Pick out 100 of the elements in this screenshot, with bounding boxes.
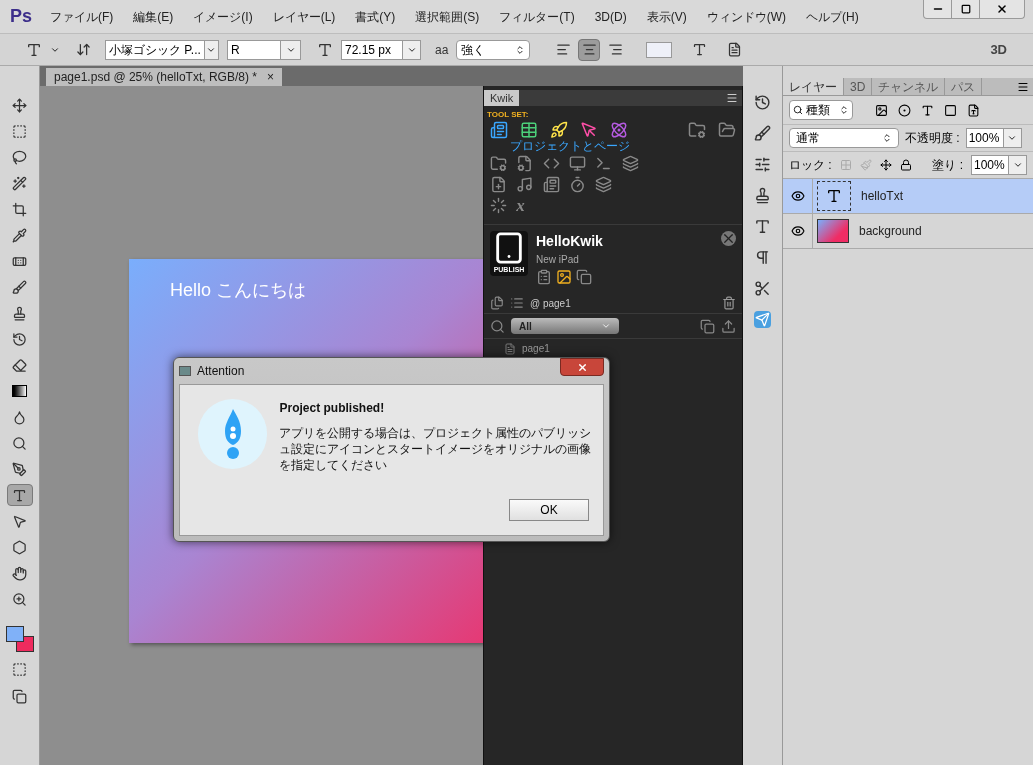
- trash-icon[interactable]: [722, 296, 736, 310]
- list-icon[interactable]: [510, 296, 524, 310]
- tool-icon[interactable]: [595, 155, 613, 172]
- document-icon[interactable]: [490, 121, 508, 139]
- cursor-icon[interactable]: [580, 121, 598, 139]
- filter-select[interactable]: All: [511, 318, 619, 334]
- tool-icon[interactable]: [516, 155, 534, 172]
- antialias-glyph: aa: [435, 41, 449, 59]
- tool-icon[interactable]: [569, 176, 586, 193]
- lock-position-icon[interactable]: [879, 159, 892, 171]
- eye-icon[interactable]: [790, 189, 805, 203]
- smart-object-filter-icon[interactable]: [967, 103, 980, 117]
- folder-gear-icon[interactable]: [688, 121, 706, 139]
- rocket-icon[interactable]: [550, 121, 568, 139]
- menu-item[interactable]: 書式(Y): [355, 7, 396, 26]
- panel-tab[interactable]: 3D: [844, 78, 873, 95]
- updown-icon: [515, 44, 526, 55]
- tool-icon[interactable]: [542, 176, 560, 193]
- search-icon[interactable]: [490, 318, 505, 334]
- adjustment-filter-icon[interactable]: [898, 103, 911, 117]
- caret-icon: [601, 321, 611, 331]
- history-brush-icon: [12, 331, 27, 347]
- section-label[interactable]: プロジェクトとページ: [510, 139, 742, 153]
- paste-icon[interactable]: [700, 318, 715, 334]
- lock-icon[interactable]: [899, 159, 912, 171]
- tool-button[interactable]: [6, 484, 33, 506]
- ok-button[interactable]: OK: [509, 499, 589, 521]
- tool-icon[interactable]: [569, 155, 586, 172]
- tool-icon[interactable]: [490, 197, 507, 214]
- panel-icon[interactable]: [727, 42, 743, 57]
- opacity-field[interactable]: 100%: [965, 128, 1022, 148]
- page-icon: [504, 342, 516, 355]
- shape-filter-icon[interactable]: [944, 103, 957, 117]
- eye-icon[interactable]: [790, 224, 805, 238]
- lock-label: ロック :: [789, 157, 832, 174]
- canvas-text: Hello こんにちは: [170, 280, 307, 300]
- menu-item[interactable]: 選択範囲(S): [415, 7, 480, 26]
- brushes-icon[interactable]: [754, 125, 771, 142]
- menu-item[interactable]: ヘルプ(H): [806, 7, 859, 26]
- type-icon[interactable]: [26, 41, 42, 58]
- device-name: New iPad: [536, 253, 580, 267]
- tool-icon[interactable]: [621, 155, 639, 172]
- page-item[interactable]: page1: [484, 341, 742, 356]
- blend-mode-select[interactable]: 通常: [789, 128, 899, 148]
- history-icon[interactable]: [754, 94, 771, 111]
- quick-mask-icon[interactable]: [12, 662, 27, 677]
- filter-select[interactable]: 種類: [789, 100, 853, 120]
- panel-tab[interactable]: レイヤー: [783, 78, 844, 95]
- menu-item[interactable]: フィルター(T): [499, 7, 575, 26]
- menu-item[interactable]: 3D(D): [594, 7, 627, 26]
- image-icon[interactable]: [556, 269, 572, 285]
- menu-item[interactable]: ウィンドウ(W): [706, 7, 786, 26]
- layer-row[interactable]: helloTxt: [783, 179, 1033, 214]
- panel-tab[interactable]: Kwik: [484, 90, 520, 106]
- antialias-select[interactable]: 強く: [456, 39, 531, 60]
- character-icon[interactable]: [754, 218, 771, 235]
- orientation-icon[interactable]: [76, 42, 91, 57]
- font-style-select[interactable]: R: [227, 39, 301, 60]
- sliders-icon[interactable]: [754, 156, 771, 173]
- menu-item[interactable]: 表示(V): [646, 7, 687, 26]
- tool-icon[interactable]: [595, 176, 613, 193]
- menu-item[interactable]: イメージ(I): [193, 7, 253, 26]
- tool-icon[interactable]: [490, 155, 507, 172]
- menu-item[interactable]: ファイル(F): [50, 7, 114, 26]
- export-icon[interactable]: [721, 318, 736, 334]
- panel-menu-icon[interactable]: [1017, 80, 1029, 93]
- pages-icon[interactable]: [490, 296, 504, 310]
- panel-tab[interactable]: パス: [945, 78, 983, 95]
- table-icon[interactable]: [520, 121, 538, 139]
- font-size-select[interactable]: 72.15 px: [341, 39, 421, 60]
- color-swatch[interactable]: [646, 41, 673, 58]
- clipboard-icon[interactable]: [536, 269, 552, 285]
- close-tab-button[interactable]: ×: [266, 68, 274, 86]
- font-family-select[interactable]: 小塚ゴシック P...: [105, 39, 219, 60]
- folder-icon[interactable]: [718, 121, 736, 139]
- screen-mode-icon[interactable]: [12, 689, 27, 704]
- dialog-message: アプリを公開する場合は、プロジェクト属性のパブリッシュ設定にアイコンとスタートイメージをオリジナルの画像を指定してください: [279, 425, 593, 473]
- workspace-label[interactable]: 3D: [990, 39, 1007, 60]
- atom-icon[interactable]: [610, 121, 628, 139]
- document-tab[interactable]: page1.psd @ 25% (helloTxt, RGB/8) * ×: [46, 68, 282, 86]
- menu-item[interactable]: レイヤー(L): [272, 7, 336, 26]
- stamp-icon[interactable]: [754, 187, 771, 204]
- close-button[interactable]: [560, 358, 604, 376]
- align-button[interactable]: [578, 38, 601, 61]
- panel-tab[interactable]: チャンネル: [872, 78, 946, 95]
- color-swatches-icon[interactable]: [5, 626, 34, 652]
- warp-text-icon[interactable]: [692, 42, 708, 57]
- layer-row[interactable]: background: [783, 214, 1033, 249]
- fill-field[interactable]: 100%: [971, 155, 1027, 175]
- image-filter-icon[interactable]: [875, 103, 888, 117]
- crop-icon: [12, 201, 27, 217]
- panel-menu-icon[interactable]: [726, 92, 738, 104]
- variable-icon[interactable]: x: [516, 197, 533, 214]
- close-icon[interactable]: [721, 231, 736, 246]
- copy-icon[interactable]: [576, 269, 592, 285]
- tool-icon[interactable]: [490, 176, 507, 193]
- menu-item[interactable]: 編集(E): [133, 7, 174, 26]
- tool-icon[interactable]: [516, 176, 534, 193]
- type-filter-icon[interactable]: [921, 103, 934, 117]
- paragraph-icon[interactable]: [754, 249, 771, 266]
